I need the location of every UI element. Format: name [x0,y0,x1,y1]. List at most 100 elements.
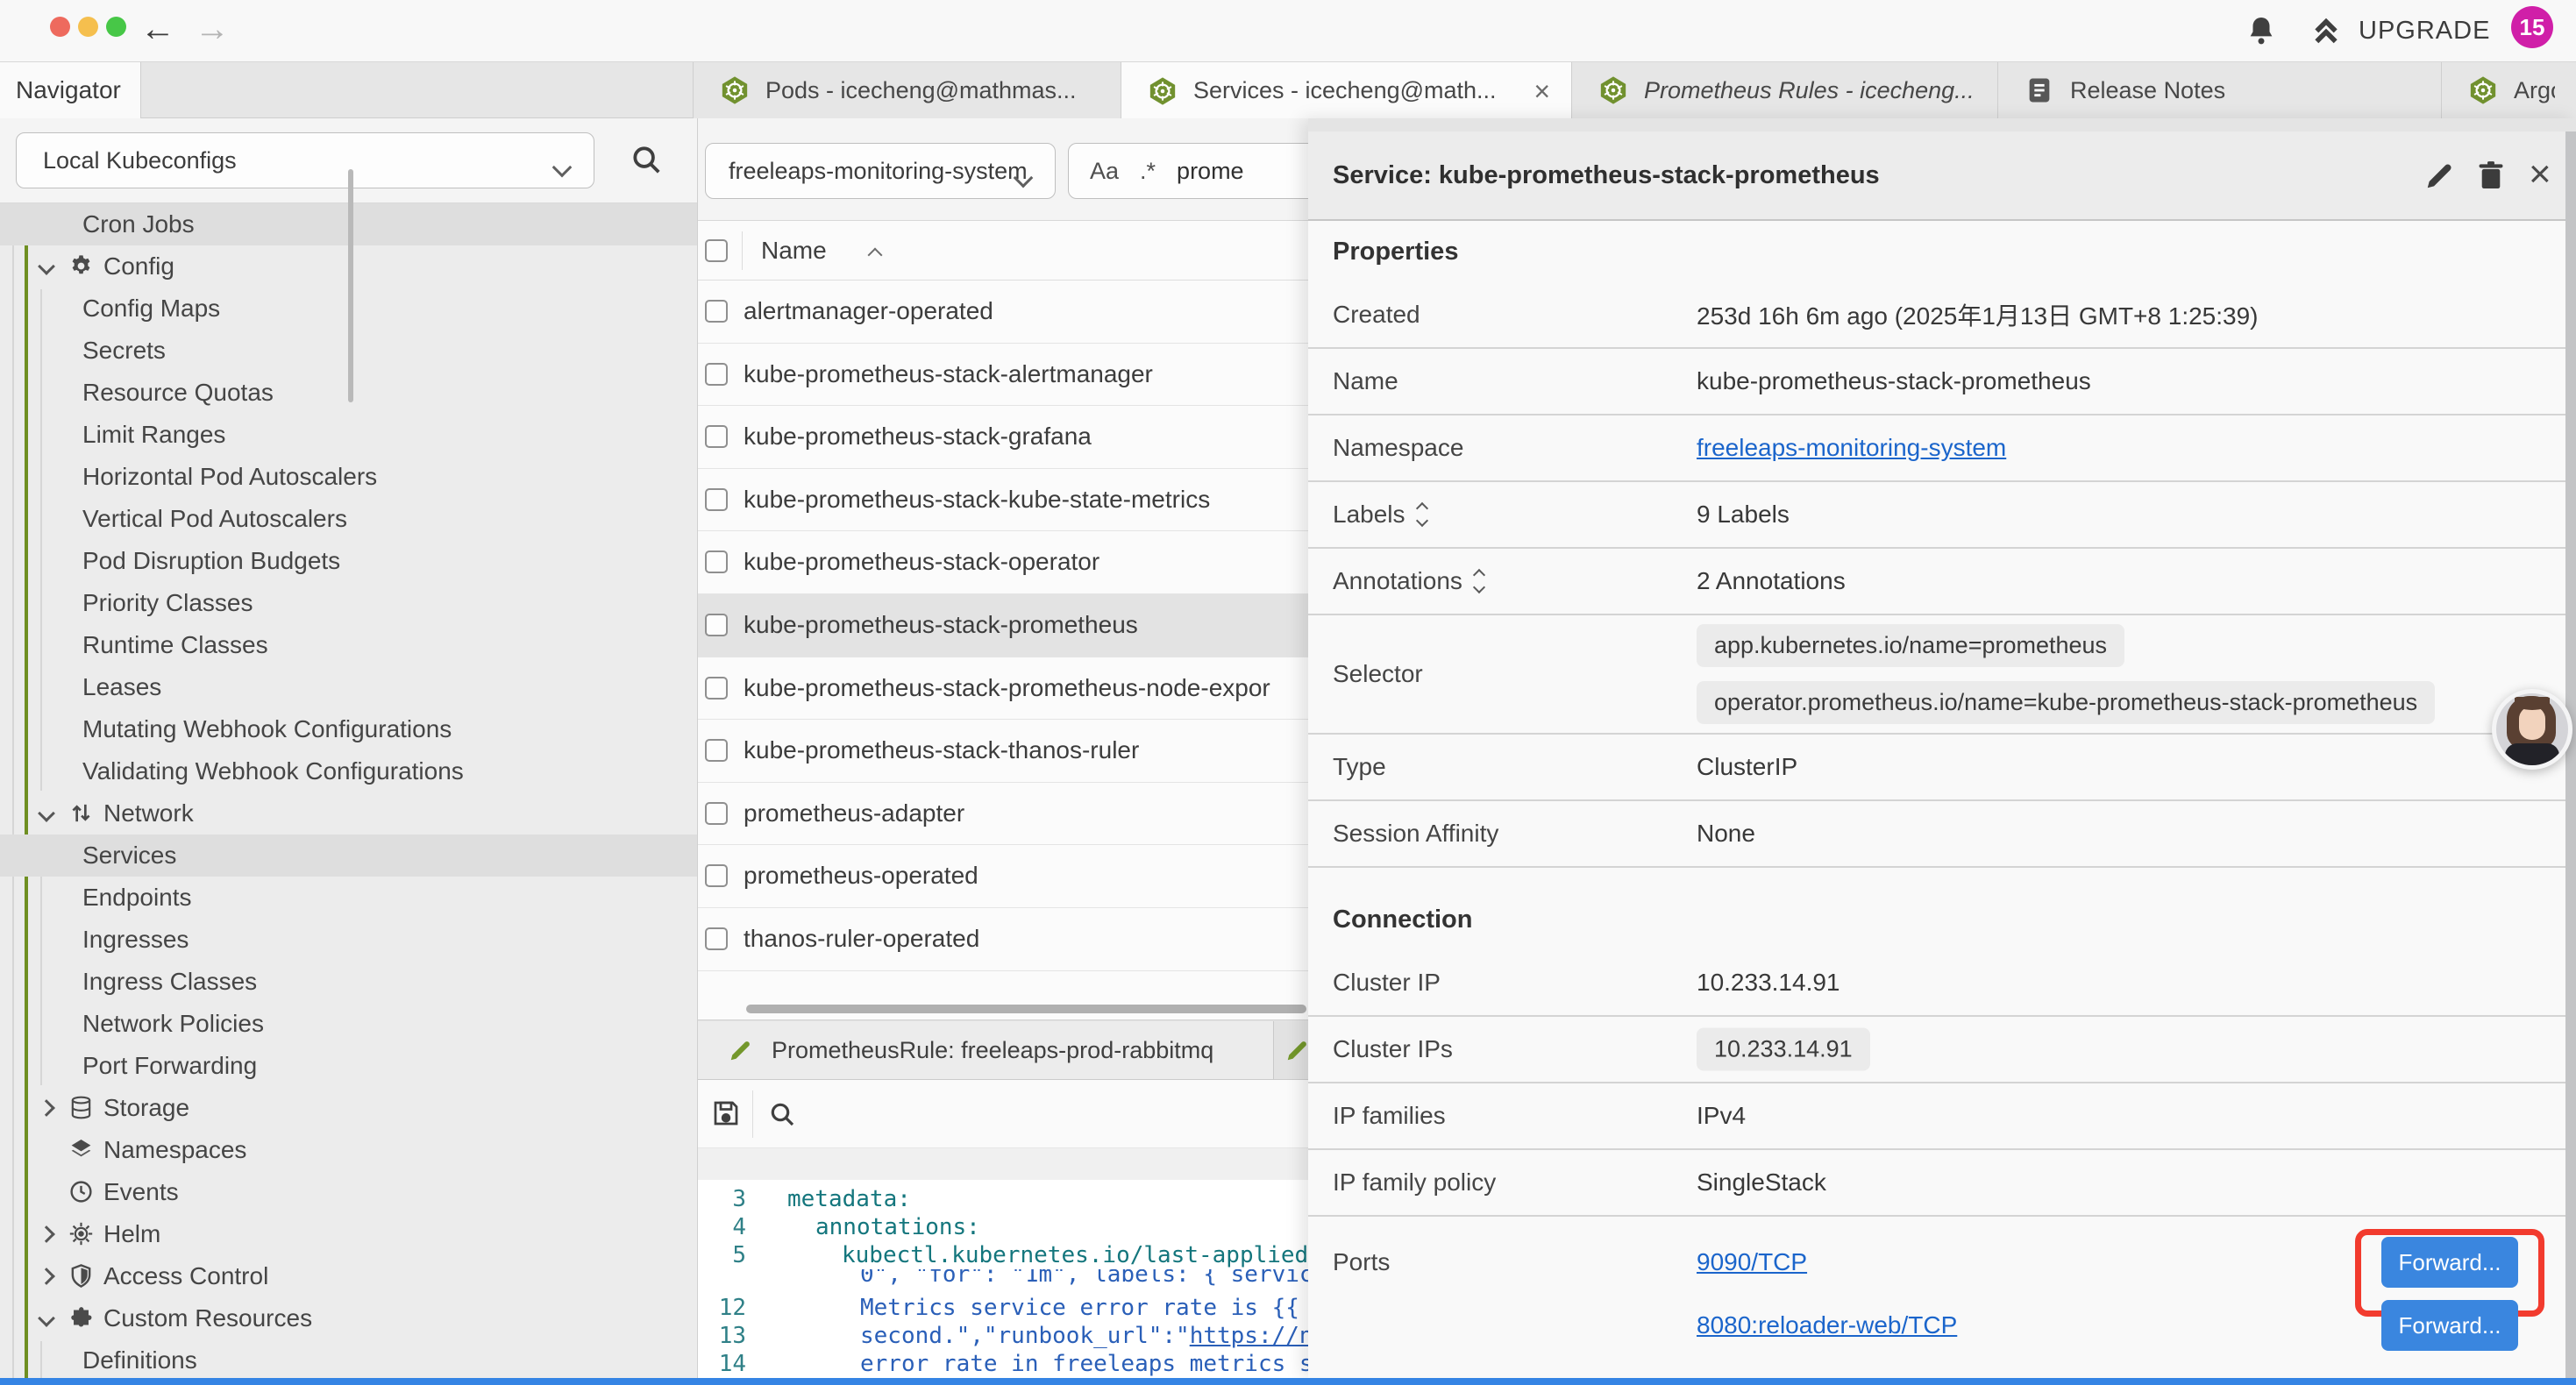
sidebar-item-limit-ranges[interactable]: Limit Ranges [0,414,697,456]
regex-toggle[interactable]: .* [1140,158,1156,185]
close-icon[interactable]: × [2529,131,2551,217]
tab-argo-se[interactable]: Argo Se [2442,62,2576,118]
kubernetes-icon [2468,75,2498,105]
search-icon[interactable] [768,1100,796,1128]
sidebar-item-priority-classes[interactable]: Priority Classes [0,582,697,624]
filter-search-input[interactable]: Aa .* prome [1068,143,1308,199]
table-row-thanos-ruler-operated[interactable]: thanos-ruler-operated [698,908,1308,971]
chevron-right-icon[interactable] [38,1099,55,1117]
close-tab-icon[interactable]: × [1534,78,1550,104]
sidebar-item-storage[interactable]: Storage [0,1087,697,1129]
search-icon[interactable] [630,143,663,176]
table-row-alertmanager-operated[interactable]: alertmanager-operated [698,281,1308,344]
table-row-kube-prometheus-stack-grafana[interactable]: kube-prometheus-stack-grafana [698,406,1308,469]
forward-button[interactable]: Forward... [2381,1300,2518,1351]
minimize-window-button[interactable] [78,17,98,37]
table-row-kube-prometheus-stack-thanos-ruler[interactable]: kube-prometheus-stack-thanos-ruler [698,720,1308,783]
maximize-window-button[interactable] [106,17,126,37]
row-checkbox[interactable] [705,864,728,887]
expand-collapse-icon[interactable] [1418,504,1427,525]
upgrade-icon[interactable] [2309,14,2343,47]
editor-tab-partial[interactable] [1274,1021,1308,1079]
user-avatar[interactable] [2492,689,2572,770]
table-row-prometheus-operated[interactable]: prometheus-operated [698,845,1308,908]
close-window-button[interactable] [50,17,70,37]
row-checkbox[interactable] [705,927,728,950]
row-checkbox[interactable] [705,802,728,825]
port-link-8080-reloader-web-tcp[interactable]: 8080:reloader-web/TCP [1697,1311,1957,1339]
yaml-editor[interactable]: 3metadata:4annotations:5kubectl.kubernet… [698,1148,1308,1385]
sidebar-item-endpoints[interactable]: Endpoints [0,877,697,919]
sidebar-item-definitions[interactable]: Definitions [0,1339,697,1381]
edit-pencil-icon[interactable] [2423,159,2457,192]
row-checkbox[interactable] [705,550,728,573]
sidebar-item-vertical-pod-autoscalers[interactable]: Vertical Pod Autoscalers [0,498,697,540]
cluster-selector-dropdown[interactable]: Local Kubeconfigs [16,132,594,188]
delete-trash-icon[interactable] [2474,159,2508,192]
sidebar-item-runtime-classes[interactable]: Runtime Classes [0,624,697,666]
chevron-down-icon[interactable] [38,258,55,275]
table-row-kube-prometheus-stack-prometheus[interactable]: kube-prometheus-stack-prometheus [698,594,1308,657]
sidebar-item-namespaces[interactable]: Namespaces [0,1129,697,1171]
sidebar-item-events[interactable]: Events [0,1171,697,1213]
chevron-down-icon[interactable] [38,805,55,822]
tab-pods-icecheng-mathmas[interactable]: Pods - icecheng@mathmas... [694,62,1121,118]
chevron-down-icon[interactable] [38,1310,55,1327]
row-checkbox[interactable] [705,614,728,636]
sidebar-item-helm[interactable]: Helm [0,1213,697,1255]
sidebar-item-mutating-webhook-configurations[interactable]: Mutating Webhook Configurations [0,708,697,750]
sidebar-item-validating-webhook-configurations[interactable]: Validating Webhook Configurations [0,750,697,792]
save-icon[interactable] [710,1097,742,1129]
table-row-kube-prometheus-stack-alertmanager[interactable]: kube-prometheus-stack-alertmanager [698,344,1308,407]
forward-arrow-icon[interactable]: → [195,0,230,61]
sidebar-item-port-forwarding[interactable]: Port Forwarding [0,1045,697,1087]
table-row-kube-prometheus-stack-kube-state-metrics[interactable]: kube-prometheus-stack-kube-state-metrics [698,469,1308,532]
namespace-selector-dropdown[interactable]: freeleaps-monitoring-system [705,143,1056,199]
editor-tab-prometheusrule[interactable]: PrometheusRule: freeleaps-prod-rabbitmq [698,1021,1274,1079]
forward-button[interactable]: Forward... [2381,1237,2518,1288]
network-icon [68,800,94,826]
upgrade-button[interactable]: UPGRADE [2359,0,2490,61]
sidebar-item-services[interactable]: Services [0,835,697,877]
name-column-header[interactable]: Name [761,221,827,281]
table-row-kube-prometheus-stack-prometheus-node-expor[interactable]: kube-prometheus-stack-prometheus-node-ex… [698,657,1308,721]
namespace-link[interactable]: freeleaps-monitoring-system [1697,434,2006,462]
tab-services-icecheng-math[interactable]: Services - icecheng@math... × [1121,62,1572,119]
horizontal-scrollbar[interactable] [746,1005,1306,1013]
row-checkbox[interactable] [705,363,728,386]
sidebar-item-pod-disruption-budgets[interactable]: Pod Disruption Budgets [0,540,697,582]
row-checkbox[interactable] [705,300,728,323]
sidebar-item-network[interactable]: Network [0,792,697,835]
expand-collapse-icon[interactable] [1475,571,1484,592]
detail-row-type: TypeClusterIP [1308,735,2576,801]
sidebar-item-network-policies[interactable]: Network Policies [0,1003,697,1045]
select-all-checkbox[interactable] [705,239,728,262]
sidebar-item-leases[interactable]: Leases [0,666,697,708]
sidebar-item-access-control[interactable]: Access Control [0,1255,697,1297]
sidebar-item-label: Namespaces [103,1129,246,1171]
sidebar-item-horizontal-pod-autoscalers[interactable]: Horizontal Pod Autoscalers [0,456,697,498]
detail-label: Cluster IPs [1333,1035,1453,1063]
sidebar-scrollbar[interactable] [348,169,353,402]
row-checkbox[interactable] [705,739,728,762]
row-checkbox[interactable] [705,488,728,511]
chevron-right-icon[interactable] [38,1225,55,1243]
back-arrow-icon[interactable]: ← [140,0,175,61]
bell-icon[interactable] [2245,14,2278,47]
tab-label: Services - icecheng@math... [1193,77,1497,104]
notification-count-badge[interactable]: 15 [2511,6,2553,48]
sidebar-item-ingresses[interactable]: Ingresses [0,919,697,961]
sidebar-item-ingress-classes[interactable]: Ingress Classes [0,961,697,1003]
case-sensitive-toggle[interactable]: Aa [1090,158,1119,185]
sidebar-item-custom-resources[interactable]: Custom Resources [0,1297,697,1339]
table-row-prometheus-adapter[interactable]: prometheus-adapter [698,783,1308,846]
sort-ascending-icon [868,248,883,263]
row-checkbox[interactable] [705,425,728,448]
namespaces-icon [68,1137,94,1162]
tab-prometheus-rules-icecheng[interactable]: Prometheus Rules - icecheng... [1572,62,1998,118]
port-link-9090-tcp[interactable]: 9090/TCP [1697,1248,1807,1276]
row-checkbox[interactable] [705,677,728,700]
tab-release-notes[interactable]: Release Notes [1998,62,2442,118]
table-row-kube-prometheus-stack-operator[interactable]: kube-prometheus-stack-operator [698,531,1308,594]
chevron-right-icon[interactable] [38,1268,55,1285]
